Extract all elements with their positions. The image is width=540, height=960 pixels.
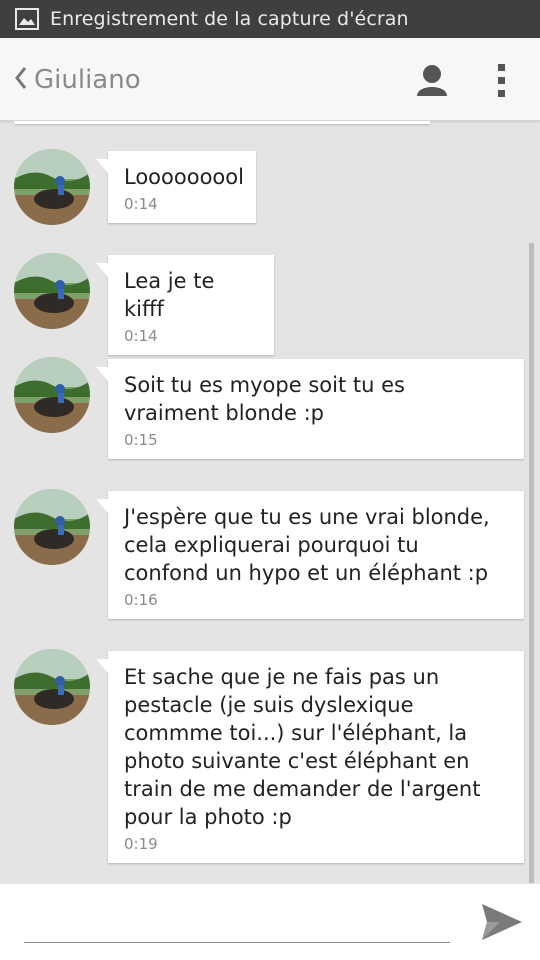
- status-bar-title: Enregistrement de la capture d'écran: [50, 8, 409, 30]
- contact-button[interactable]: [414, 62, 450, 98]
- message-time: 0:19: [124, 835, 158, 853]
- image-icon: [14, 6, 40, 32]
- message-bubble[interactable]: Soit tu es myope soit tu es vraiment blo…: [96, 359, 524, 459]
- avatar[interactable]: [14, 149, 90, 225]
- send-icon: [478, 904, 526, 950]
- message-bubble[interactable]: Looooooool 0:14: [96, 151, 256, 223]
- message-time: 0:15: [124, 431, 158, 449]
- previous-bubble-edge: [14, 121, 430, 124]
- send-button[interactable]: [478, 898, 526, 946]
- overflow-menu-icon: [488, 64, 516, 104]
- back-button[interactable]: Giuliano: [14, 60, 141, 100]
- message-time: 0:16: [124, 591, 158, 609]
- message-text: Et sache que je ne fais pas un pestacle …: [124, 665, 481, 829]
- message-text: Looooooool: [124, 165, 244, 189]
- message-bubble[interactable]: Et sache que je ne fais pas un pestacle …: [96, 651, 524, 863]
- message-time: 0:14: [124, 195, 158, 213]
- message-time: 0:14: [124, 327, 158, 345]
- message-bubble[interactable]: J'espère que tu es une vrai blonde, cela…: [96, 491, 524, 619]
- contact-name: Giuliano: [34, 65, 141, 95]
- app-bar: Giuliano: [0, 38, 540, 121]
- avatar[interactable]: [14, 649, 90, 725]
- message-bubble[interactable]: Lea je te kifff 0:14: [96, 255, 274, 355]
- person-icon: [414, 65, 450, 102]
- status-bar: Enregistrement de la capture d'écran: [0, 0, 540, 38]
- chevron-left-icon: [14, 66, 28, 94]
- message-list[interactable]: Looooooool 0:14 Lea je te kifff 0:14 Soi…: [0, 121, 540, 883]
- avatar[interactable]: [14, 489, 90, 565]
- scrollbar[interactable]: [529, 243, 534, 883]
- message-text: Lea je te kifff: [124, 269, 215, 321]
- avatar[interactable]: [14, 253, 90, 329]
- composer: [0, 884, 540, 960]
- message-text: J'espère que tu es une vrai blonde, cela…: [124, 505, 490, 585]
- overflow-menu-button[interactable]: [488, 60, 516, 100]
- avatar[interactable]: [14, 357, 90, 433]
- message-input[interactable]: [24, 904, 450, 943]
- message-text: Soit tu es myope soit tu es vraiment blo…: [124, 373, 405, 425]
